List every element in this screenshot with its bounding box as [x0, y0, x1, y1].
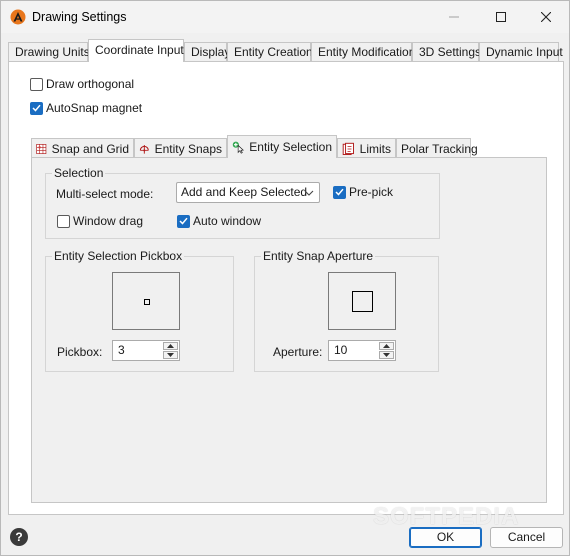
group-title: Entity Snap Aperture — [261, 249, 376, 263]
checkbox-box[interactable] — [333, 185, 346, 199]
tab-dynamic-input[interactable]: Dynamic Input — [479, 42, 563, 62]
spin-down-button[interactable] — [379, 351, 394, 359]
window-drag-checkbox[interactable]: Window drag — [57, 214, 143, 228]
spin-down-button[interactable] — [163, 351, 178, 359]
checkbox-box[interactable] — [30, 77, 43, 91]
group-title: Entity Selection Pickbox — [52, 249, 185, 263]
checkbox-label: Auto window — [193, 214, 262, 228]
minimize-icon — [449, 16, 459, 18]
tab-limits[interactable]: Limits — [337, 138, 396, 158]
checkbox-label: AutoSnap magnet — [46, 101, 143, 115]
cancel-button[interactable]: Cancel — [490, 527, 563, 548]
tab-coordinate-input[interactable]: Coordinate Input — [88, 39, 184, 62]
pickbox-preview — [112, 272, 180, 330]
group-title: Selection — [52, 166, 106, 180]
snap-target-icon — [139, 144, 149, 154]
pickbox-label: Pickbox: — [57, 345, 103, 359]
tab-drawing-units[interactable]: Drawing Units — [8, 42, 90, 62]
drawing-settings-dialog: Drawing Settings Drawing Units Coordinat… — [0, 0, 570, 556]
spin-up-button[interactable] — [163, 342, 178, 350]
checkbox-box[interactable] — [30, 101, 43, 115]
autosnap-magnet-checkbox[interactable]: AutoSnap magnet — [30, 101, 142, 115]
tab-3d-settings[interactable]: 3D Settings — [412, 42, 481, 62]
tab-label: Polar Tracking — [401, 141, 478, 156]
tab-polar-tracking[interactable]: Polar Tracking — [396, 138, 478, 158]
arrow-down-icon — [383, 353, 390, 357]
window-title: Drawing Settings — [32, 10, 127, 24]
pickbox-marker — [144, 299, 150, 305]
close-button[interactable] — [523, 1, 569, 33]
tab-entity-creation[interactable]: Entity Creation — [227, 42, 313, 62]
checkmark-icon — [179, 217, 188, 225]
checkbox-label: Pre-pick — [349, 185, 394, 199]
title-bar[interactable]: Drawing Settings — [1, 1, 569, 33]
limits-icon — [342, 142, 354, 155]
app-logo-icon — [10, 9, 26, 25]
multi-select-mode-label: Multi-select mode: — [56, 187, 154, 201]
tab-entity-modification[interactable]: Entity Modification — [311, 42, 415, 62]
auto-window-checkbox[interactable]: Auto window — [177, 214, 261, 228]
tab-entity-selection[interactable]: Entity Selection — [227, 135, 337, 158]
tab-label: Limits — [359, 141, 391, 156]
spinner-arrows — [163, 342, 178, 359]
aperture-label: Aperture: — [273, 345, 323, 359]
tab-display[interactable]: Display — [184, 42, 230, 62]
checkbox-label: Draw orthogonal — [46, 77, 135, 91]
tab-label: Entity Selection — [249, 140, 332, 154]
spinner-value[interactable]: 10 — [334, 343, 347, 357]
arrow-down-icon — [167, 353, 174, 357]
aperture-spinner[interactable]: 10 — [328, 340, 396, 361]
spinner-arrows — [379, 342, 394, 359]
tab-label: Snap and Grid — [51, 141, 129, 156]
help-icon[interactable]: ? — [10, 528, 28, 546]
tab-label: Entity Snaps — [154, 141, 222, 156]
dropdown-value: Add and Keep Selected — [181, 185, 308, 199]
spinner-value[interactable]: 3 — [118, 343, 125, 357]
close-icon — [541, 12, 551, 22]
arrow-up-icon — [167, 344, 174, 348]
checkbox-label: Window drag — [73, 214, 144, 228]
checkbox-box[interactable] — [57, 214, 70, 228]
chevron-down-icon — [304, 190, 314, 196]
ok-button[interactable]: OK — [409, 527, 482, 548]
maximize-icon — [496, 12, 506, 22]
pre-pick-checkbox[interactable]: Pre-pick — [333, 185, 393, 199]
arrow-up-icon — [383, 344, 390, 348]
checkmark-icon — [335, 188, 344, 196]
aperture-marker — [352, 291, 373, 312]
select-cursor-icon — [232, 141, 245, 154]
minimize-button[interactable] — [431, 1, 477, 33]
checkbox-box[interactable] — [177, 214, 190, 228]
spin-up-button[interactable] — [379, 342, 394, 350]
maximize-button[interactable] — [478, 1, 524, 33]
multi-select-mode-dropdown[interactable]: Add and Keep Selected — [176, 182, 320, 203]
draw-orthogonal-checkbox[interactable]: Draw orthogonal — [30, 77, 134, 91]
checkmark-icon — [32, 104, 41, 112]
pickbox-spinner[interactable]: 3 — [112, 340, 180, 361]
tab-snap-and-grid[interactable]: Snap and Grid — [31, 138, 134, 158]
grid-icon — [36, 143, 47, 154]
aperture-preview — [328, 272, 396, 330]
tab-entity-snaps[interactable]: Entity Snaps — [134, 138, 227, 158]
